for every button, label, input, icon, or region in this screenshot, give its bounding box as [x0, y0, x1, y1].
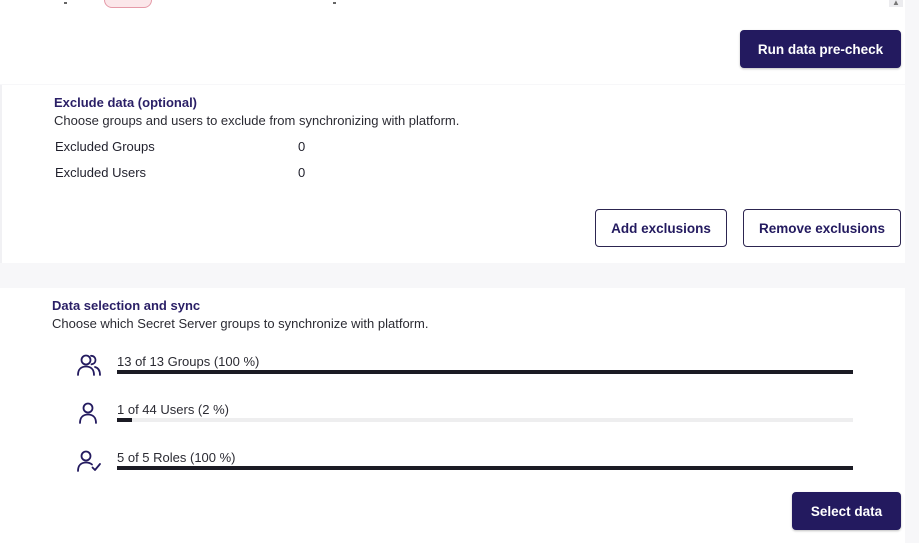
- groups-progress-fill: [117, 370, 853, 374]
- roles-icon: [76, 448, 102, 474]
- exclude-section-description: Choose groups and users to exclude from …: [54, 113, 460, 128]
- run-data-precheck-button[interactable]: Run data pre-check: [740, 30, 901, 68]
- add-exclusions-button[interactable]: Add exclusions: [595, 209, 727, 247]
- scrollbar-up-arrow[interactable]: ▲: [889, 0, 903, 7]
- status-pill: [104, 0, 152, 8]
- groups-progress-label: 13 of 13 Groups (100 %): [117, 354, 260, 369]
- sync-section-title: Data selection and sync: [52, 298, 201, 313]
- roles-progress-label: 5 of 5 Roles (100 %): [117, 450, 236, 465]
- sync-section-description: Choose which Secret Server groups to syn…: [52, 316, 429, 331]
- partial-text-fragment: [64, 2, 67, 4]
- previous-section-strip: [0, 0, 905, 8]
- users-progress-label: 1 of 44 Users (2 %): [117, 402, 229, 417]
- excluded-users-count: 0: [298, 165, 306, 180]
- remove-exclusions-button[interactable]: Remove exclusions: [743, 209, 901, 247]
- roles-progress-bar: [117, 466, 853, 470]
- user-icon: [76, 400, 102, 426]
- excluded-users-label: Excluded Users: [55, 165, 147, 180]
- users-progress-fill: [117, 418, 132, 422]
- groups-icon: [76, 352, 102, 378]
- excluded-groups-label: Excluded Groups: [55, 139, 155, 154]
- data-selection-panel: Data selection and sync Choose which Sec…: [0, 288, 905, 543]
- exclude-data-panel: Exclude data (optional) Choose groups an…: [0, 85, 905, 263]
- select-data-button[interactable]: Select data: [792, 492, 901, 530]
- partial-text-fragment: [333, 2, 336, 4]
- users-progress-bar: [117, 418, 853, 422]
- groups-progress-bar: [117, 370, 853, 374]
- roles-progress-fill: [117, 466, 853, 470]
- precheck-panel: Run data pre-check: [0, 8, 905, 84]
- exclude-section-title: Exclude data (optional): [54, 95, 198, 110]
- excluded-groups-count: 0: [298, 139, 306, 154]
